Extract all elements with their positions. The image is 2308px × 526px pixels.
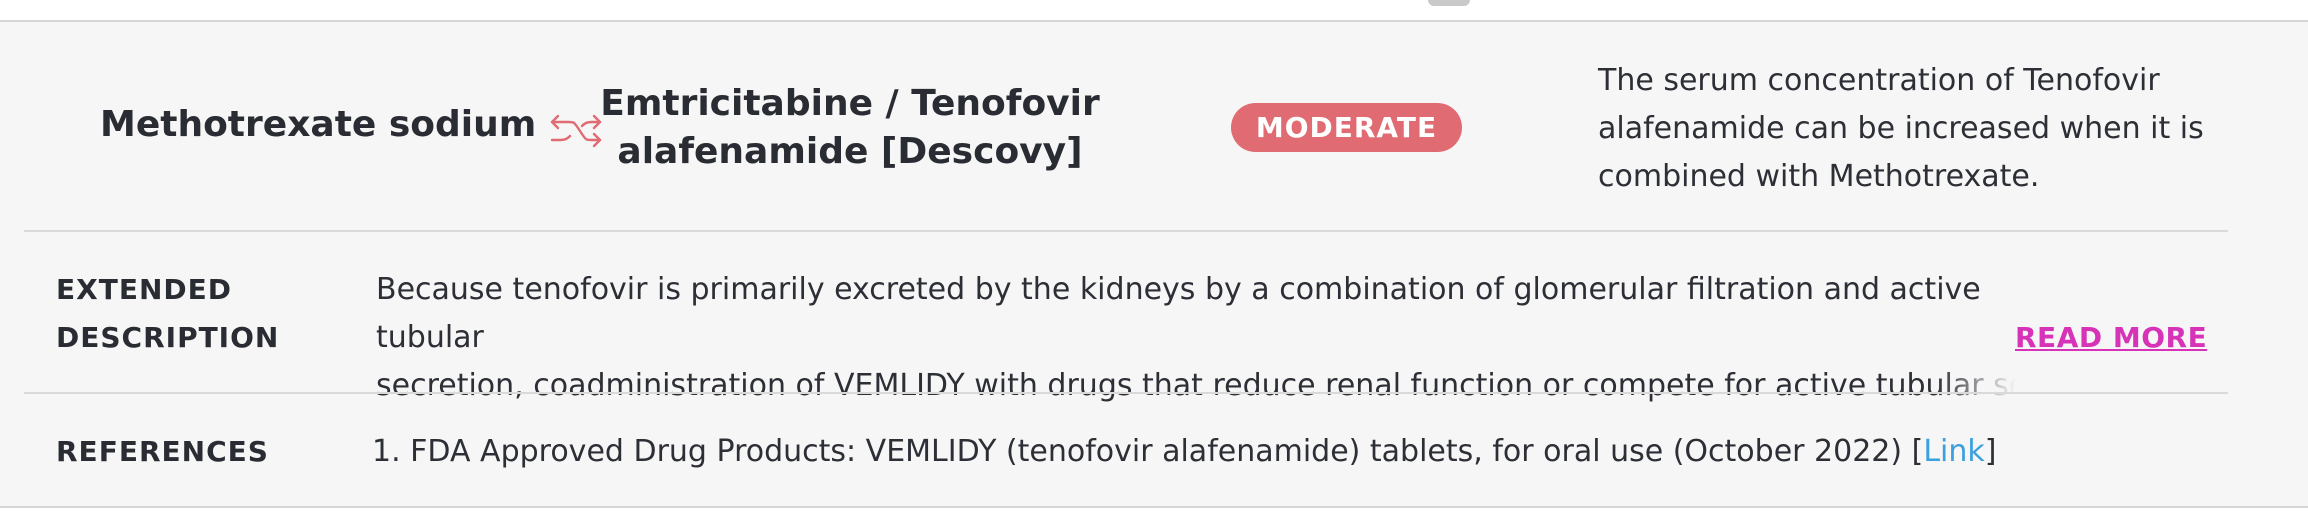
swap-arrows-icon	[548, 102, 604, 158]
text-fade-overlay	[1936, 362, 2016, 410]
extended-description-text: Because tenofovir is primarily excreted …	[376, 266, 2016, 410]
references-label: REFERENCES	[56, 435, 269, 468]
section-divider	[24, 230, 2228, 232]
extended-label-line2: DESCRIPTION	[56, 321, 280, 354]
interaction-summary: The serum concentration of Tenofovir ala…	[1598, 63, 2204, 194]
extended-text-line2: secretion, coadministration of VEMLIDY w…	[376, 368, 2016, 403]
extended-label-line1: EXTENDED	[56, 273, 232, 306]
drug-a-name: Methotrexate sodium	[100, 104, 537, 145]
reference-suffix: ]	[1984, 434, 1997, 469]
interaction-card: Methotrexate sodium Emtricitabine / Teno…	[0, 22, 2308, 508]
extended-description-label: EXTENDED DESCRIPTION	[56, 266, 279, 362]
reference-link[interactable]: Link	[1923, 434, 1984, 469]
scroll-indicator	[1428, 0, 1470, 6]
drug-b-name: Emtricitabine / Tenofovir alafenamide [D…	[600, 83, 1100, 172]
extended-text-line2-wrap: secretion, coadministration of VEMLIDY w…	[376, 362, 2016, 410]
extended-text-line1: Because tenofovir is primarily excreted …	[376, 272, 1981, 355]
reference-text: 1. FDA Approved Drug Products: VEMLIDY (…	[372, 434, 1924, 469]
reference-item: 1. FDA Approved Drug Products: VEMLIDY (…	[372, 428, 1996, 476]
severity-badge: MODERATE	[1231, 103, 1462, 152]
read-more-link[interactable]: READ MORE	[2015, 314, 2207, 362]
section-divider	[24, 392, 2228, 394]
